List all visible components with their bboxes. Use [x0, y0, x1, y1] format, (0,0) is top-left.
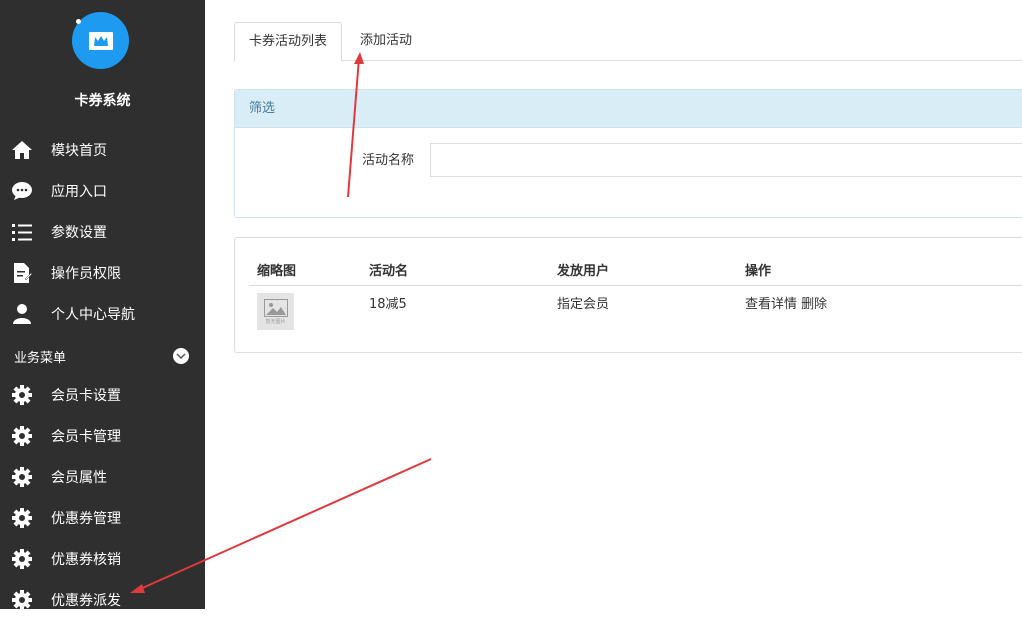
gear-icon: [10, 547, 34, 571]
thumbnail-placeholder: 暂无图片: [257, 293, 294, 330]
column-header-thumbnail: 缩略图: [257, 264, 297, 279]
sidebar-item-label: 个人中心导航: [51, 307, 135, 323]
table-divider: [249, 285, 1022, 286]
gear-icon: [10, 424, 34, 448]
sidebar-item-member-attributes[interactable]: 会员属性: [0, 459, 205, 495]
sidebar-item-coupon-management[interactable]: 优惠券管理: [0, 500, 205, 536]
chevron-down-icon: [173, 348, 189, 364]
tab-add-activity[interactable]: 添加活动: [346, 22, 426, 60]
sidebar-item-label: 会员卡设置: [51, 388, 121, 404]
actions-cell: 查看详情 删除: [745, 293, 827, 312]
thumbnail-caption: 暂无图片: [265, 318, 286, 325]
gear-icon: [10, 506, 34, 530]
sidebar-item-label: 优惠券派发: [51, 593, 121, 609]
column-header-users: 发放用户: [557, 264, 610, 279]
sidebar-item-params[interactable]: 参数设置: [0, 214, 205, 250]
tab-bar: 卡券活动列表 添加活动: [234, 22, 1022, 62]
sidebar-item-home[interactable]: 模块首页: [0, 132, 205, 168]
sidebar-item-label: 应用入口: [51, 184, 107, 200]
app-title: 卡券系统: [74, 93, 131, 109]
sidebar-item-member-card-management[interactable]: 会员卡管理: [0, 418, 205, 454]
section-title: 业务菜单: [14, 350, 67, 366]
sidebar: 卡券系统 模块首页 应用入口 参数设置 操作员权限 个人中心导航 业务菜单 会员…: [0, 0, 205, 610]
sidebar-item-coupon-verification[interactable]: 优惠券核销: [0, 541, 205, 577]
sidebar-item-label: 会员卡管理: [51, 429, 121, 445]
tab-activity-list[interactable]: 卡券活动列表: [234, 22, 343, 62]
column-header-activity-name: 活动名: [369, 264, 409, 279]
chat-icon: [10, 179, 34, 203]
user-icon: [10, 302, 34, 326]
sidebar-item-label: 操作员权限: [51, 266, 121, 282]
sidebar-item-label: 会员属性: [51, 470, 107, 486]
document-edit-icon: [10, 261, 34, 285]
filter-panel: 筛选 活动名称: [234, 89, 1022, 218]
activity-name-input[interactable]: [430, 143, 1022, 177]
gear-icon: [10, 588, 34, 612]
gear-icon: [10, 465, 34, 489]
list-icon: [10, 220, 34, 244]
sidebar-item-label: 参数设置: [51, 225, 107, 241]
logo-dot: [76, 19, 81, 24]
sidebar-item-member-card-settings[interactable]: 会员卡设置: [0, 377, 205, 413]
image-placeholder-icon: [263, 298, 288, 317]
sidebar-item-label: 优惠券管理: [51, 511, 121, 527]
view-details-link[interactable]: 查看详情: [745, 297, 797, 312]
column-header-actions: 操作: [745, 264, 772, 279]
business-menu-toggle[interactable]: 业务菜单: [14, 346, 189, 366]
activity-name-label: 活动名称: [362, 153, 415, 168]
sidebar-item-label: 模块首页: [51, 143, 107, 159]
gear-icon: [10, 383, 34, 407]
home-icon: [10, 138, 34, 162]
users-cell: 指定会员: [557, 297, 610, 312]
sidebar-item-label: 优惠券核销: [51, 552, 121, 568]
activity-name-cell: 18减5: [369, 297, 407, 312]
sidebar-item-personal-nav[interactable]: 个人中心导航: [0, 296, 205, 332]
sidebar-item-coupon-distribution[interactable]: 优惠券派发: [0, 582, 205, 618]
activity-table: 缩略图 活动名 发放用户 操作 暂无图片 18减5 指定会员 查看详情 删除: [234, 237, 1022, 353]
sidebar-item-operator-permissions[interactable]: 操作员权限: [0, 255, 205, 291]
filter-title: 筛选: [235, 90, 1022, 128]
delete-link[interactable]: 删除: [801, 297, 827, 312]
sidebar-item-app-entry[interactable]: 应用入口: [0, 173, 205, 209]
